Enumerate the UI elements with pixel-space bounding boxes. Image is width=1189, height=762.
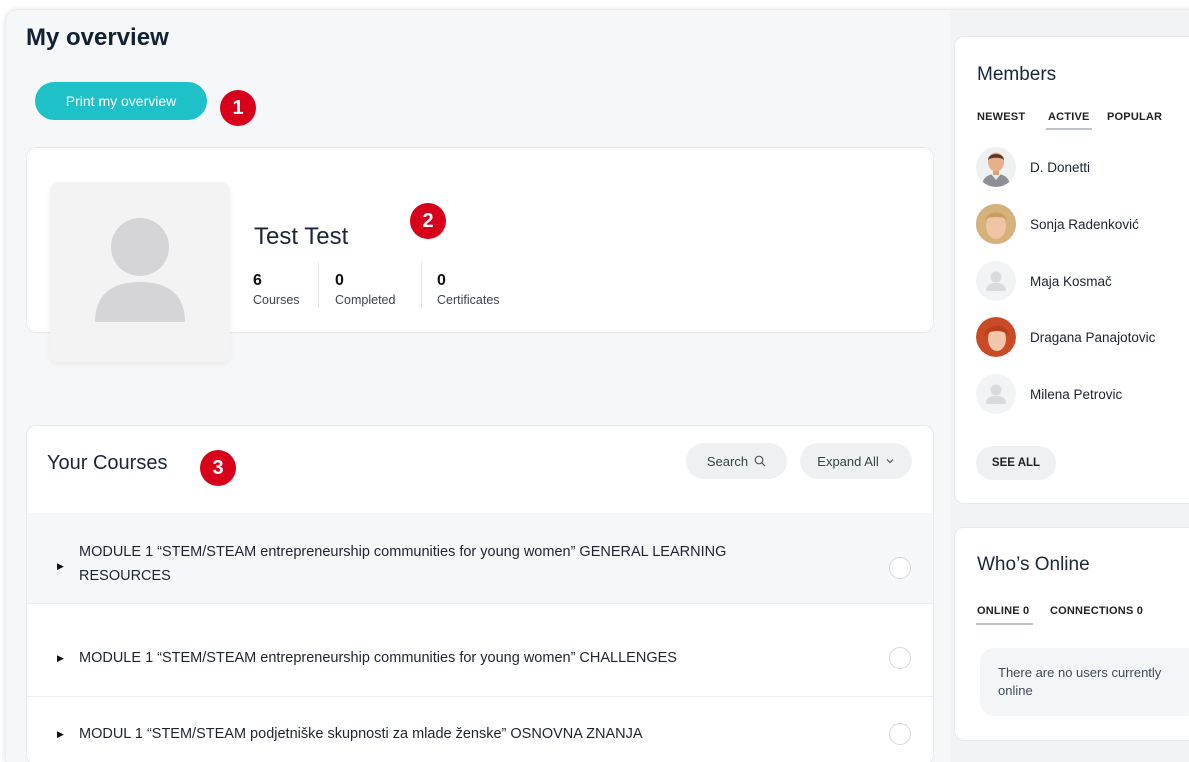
tab-online-count: 0 [1023, 605, 1030, 617]
avatar [976, 204, 1016, 244]
tab-online[interactable]: ONLINE 0 [977, 605, 1029, 617]
chevron-down-icon [886, 459, 894, 464]
avatar [976, 261, 1016, 301]
course-search-button[interactable]: Search [686, 443, 787, 479]
profile-avatar [50, 182, 230, 362]
course-title: MODUL 1 “STEM/STEAM podjetniške skupnost… [79, 726, 643, 742]
course-item[interactable]: ▶ MODULE 1 “STEM/STEAM entrepreneurship … [27, 540, 933, 600]
avatar [976, 147, 1016, 187]
tab-connections-count: 0 [1136, 605, 1144, 617]
step-badge-3: 3 [200, 450, 236, 486]
page-title: My overview [26, 24, 169, 51]
user-placeholder-icon [95, 218, 185, 322]
member-item[interactable]: Sonja Radenković [976, 204, 1139, 244]
course-item[interactable]: ▶ MODUL 1 “STEM/STEAM podjetniške skupno… [27, 722, 933, 746]
stat-courses: 6 Courses [253, 272, 300, 307]
divider [421, 262, 422, 308]
stat-value: 0 [335, 272, 344, 289]
stat-value: 0 [437, 272, 446, 289]
user-placeholder-icon [986, 271, 1006, 291]
expand-triangle-icon[interactable]: ▶ [57, 729, 64, 740]
course-title: MODULE 1 “STEM/STEAM entrepreneurship co… [79, 540, 726, 588]
courses-title: Your Courses [47, 452, 168, 474]
active-tab-underline [976, 623, 1033, 625]
step-badge-1: 1 [220, 90, 256, 126]
divider [27, 603, 933, 604]
member-item[interactable]: Milena Petrovic [976, 374, 1122, 414]
expand-triangle-icon[interactable]: ▶ [57, 561, 64, 572]
expand-all-button[interactable]: Expand All [800, 443, 912, 479]
stat-label: Completed [335, 293, 396, 307]
completion-circle-icon [889, 723, 911, 745]
stat-label: Certificates [437, 293, 500, 307]
search-icon [754, 455, 766, 467]
completion-circle-icon [889, 647, 911, 669]
divider [27, 696, 933, 697]
stat-label: Courses [253, 293, 300, 307]
divider [318, 262, 319, 308]
no-users-message: There are no users currently online [980, 648, 1189, 716]
member-item[interactable]: Maja Kosmač [976, 261, 1112, 301]
tab-connections[interactable]: CONNECTIONS 0 [1050, 605, 1143, 617]
member-name: D. Donetti [1030, 159, 1091, 175]
member-name: Dragana Panajotovic [1030, 329, 1156, 345]
tab-active[interactable]: ACTIVE [1048, 111, 1090, 123]
member-name: Maja Kosmač [1030, 273, 1112, 289]
stat-value: 6 [253, 272, 262, 289]
course-title-line: RESOURCES [79, 568, 171, 584]
tab-newest[interactable]: NEWEST [977, 111, 1025, 123]
profile-name: Test Test [254, 223, 349, 250]
stat-completed: 0 Completed [335, 272, 395, 307]
tab-connections-label: CONNECTIONS [1050, 605, 1134, 617]
course-item[interactable]: ▶ MODULE 1 “STEM/STEAM entrepreneurship … [27, 646, 933, 670]
completion-circle-icon [889, 557, 911, 579]
print-overview-button[interactable]: Print my overview [35, 82, 207, 120]
member-name: Milena Petrovic [1030, 386, 1123, 402]
avatar [976, 374, 1016, 414]
tab-online-label: ONLINE [977, 605, 1020, 617]
expand-triangle-icon[interactable]: ▶ [57, 653, 64, 664]
course-title-line: MODULE 1 “STEM/STEAM entrepreneurship co… [79, 544, 727, 560]
member-item[interactable]: D. Donetti [976, 147, 1090, 187]
active-tab-underline [1046, 128, 1092, 130]
expand-all-label: Expand All [817, 453, 879, 469]
tab-popular[interactable]: POPULAR [1107, 111, 1162, 123]
member-item[interactable]: Dragana Panajotovic [976, 317, 1155, 357]
course-title: MODULE 1 “STEM/STEAM entrepreneurship co… [79, 650, 677, 666]
avatar [976, 317, 1016, 357]
whos-online-title: Who’s Online [977, 554, 1090, 575]
members-title: Members [977, 64, 1057, 85]
step-badge-2: 2 [410, 203, 446, 239]
stat-certificates: 0 Certificates [437, 272, 500, 307]
user-placeholder-icon [986, 384, 1006, 404]
see-all-button[interactable]: SEE ALL [976, 446, 1056, 480]
member-name: Sonja Radenković [1030, 216, 1139, 232]
search-label: Search [706, 453, 749, 469]
